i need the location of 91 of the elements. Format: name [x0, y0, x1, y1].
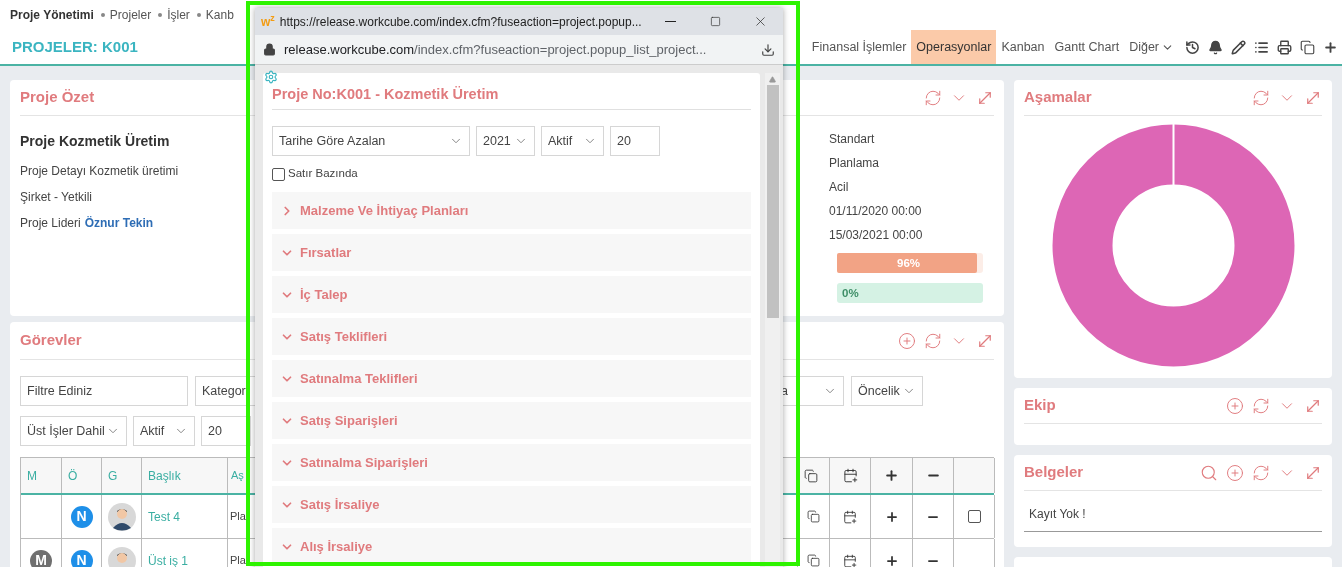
- avatar: N: [70, 505, 93, 528]
- project-value: Planlama: [829, 155, 881, 172]
- project-value: Standart: [829, 131, 876, 148]
- project-name: Proje Kozmetik Üretim: [20, 132, 171, 151]
- print-icon[interactable]: [1277, 39, 1292, 55]
- nav-tab[interactable]: Operasyonlar: [911, 30, 997, 64]
- column-header: M: [27, 467, 37, 485]
- copy-icon[interactable]: [807, 510, 820, 523]
- popup-heading: Proje No:K001 - Kozmetik Üretim: [272, 85, 499, 105]
- url-host: release.workcube.com: [284, 41, 415, 57]
- maximize-icon: [710, 16, 721, 27]
- nav-tab[interactable]: Kanban: [996, 30, 1050, 64]
- nav-tab[interactable]: Gantt Chart: [1049, 30, 1125, 64]
- checkbox-label: Satır Bazında: [288, 166, 358, 182]
- calendar-add-icon[interactable]: [843, 553, 857, 567]
- nav-tab[interactable]: Diğer: [1124, 30, 1179, 64]
- breadcrumb-title: Proje Yönetimi: [10, 7, 94, 24]
- project-value: Acil: [829, 179, 850, 196]
- table-cell-text: Pla: [230, 509, 246, 525]
- select-field[interactable]: Tarihe Göre Azalan: [272, 126, 470, 156]
- pencil-icon[interactable]: [1231, 39, 1246, 55]
- add-icon[interactable]: [1323, 39, 1338, 55]
- empty-message: Kayıt Yok !: [1029, 507, 1086, 521]
- avatar: N: [70, 549, 93, 567]
- copy-icon[interactable]: [807, 554, 820, 567]
- breadcrumb-link[interactable]: Kanb: [205, 8, 234, 22]
- app-logo: w$^{z}$: [261, 15, 275, 28]
- column-header: Aş: [231, 468, 244, 484]
- list-icon[interactable]: [1254, 39, 1269, 55]
- column-header: G: [108, 467, 118, 485]
- column-header: Başlık: [148, 467, 181, 485]
- calendar-add-icon: [842, 468, 858, 483]
- lock-icon: [263, 43, 276, 56]
- add-icon[interactable]: [884, 509, 899, 524]
- progress-reading: 0%: [842, 286, 859, 301]
- avatar: M: [30, 549, 52, 567]
- card-title: Proje Özet: [20, 87, 95, 108]
- refresh-icon[interactable]: [1252, 88, 1270, 107]
- bullet-icon: [100, 13, 105, 17]
- breadcrumb-link[interactable]: Projeler: [109, 8, 152, 22]
- project-detail: Proje Detayı Kozmetik üretimi: [20, 163, 179, 180]
- add-icon: [884, 468, 899, 483]
- input-field[interactable]: 20: [201, 416, 251, 446]
- add-icon[interactable]: [884, 553, 899, 567]
- bell-icon[interactable]: [1208, 39, 1223, 55]
- person-avatar-icon: [107, 502, 136, 531]
- search-icon[interactable]: [1200, 463, 1218, 482]
- project-value: 15/03/2021 00:00: [829, 227, 924, 244]
- card-title: Görevler: [20, 330, 82, 351]
- address-bar[interactable]: release.workcube.com/index.cfm?fuseaction=project.popup_list_project...: [255, 35, 783, 65]
- person-avatar-icon: [107, 546, 136, 567]
- scrollbar[interactable]: [765, 73, 780, 567]
- bullet-icon: [196, 13, 201, 17]
- calendar-add-icon[interactable]: [843, 509, 857, 524]
- card-title: Aşamalar: [1024, 87, 1092, 108]
- project-value: 01/11/2020 00:00: [829, 203, 923, 220]
- leader-label: Proje Lideri: [20, 215, 81, 232]
- select-field[interactable]: 2021: [476, 126, 535, 156]
- refresh-icon[interactable]: [1252, 463, 1270, 482]
- scroll-up-icon[interactable]: [769, 76, 776, 83]
- select-field[interactable]: Aktif: [133, 416, 195, 446]
- company-text: Şirket - Yetkili: [20, 189, 94, 206]
- download-icon[interactable]: [761, 42, 775, 57]
- row-checkbox[interactable]: [967, 510, 981, 523]
- refresh-icon[interactable]: [924, 331, 942, 350]
- url-path: /index.cfm?fuseaction=project.popup_list_project...: [414, 41, 707, 57]
- input-field[interactable]: Filtre Ediniz: [20, 376, 188, 406]
- refresh-icon[interactable]: [1252, 396, 1270, 415]
- input-field[interactable]: 20: [610, 126, 660, 156]
- window-title: https://release.workcube.com/index.cfm?fuseaction=project.popup...: [279, 13, 642, 31]
- card-title: Belgeler: [1024, 462, 1084, 483]
- bullet-icon: [158, 13, 163, 17]
- breadcrumb-link[interactable]: İşler: [167, 8, 190, 22]
- select-field[interactable]: Öncelik: [851, 376, 923, 406]
- close-icon: [753, 14, 768, 29]
- settings-icon[interactable]: [264, 70, 278, 84]
- card-title: Ekip: [1024, 395, 1056, 416]
- row-based-checkbox[interactable]: [272, 167, 285, 181]
- column-header: Ö: [68, 467, 78, 485]
- page-title: PROJELER: K001: [12, 36, 138, 57]
- history-icon[interactable]: [1185, 39, 1200, 55]
- nav-tab[interactable]: Finansal İşlemler: [806, 30, 912, 64]
- copy-icon[interactable]: [1300, 39, 1315, 55]
- minimize-icon: [665, 21, 676, 22]
- refresh-icon[interactable]: [924, 88, 942, 107]
- select-field[interactable]: Üst İşler Dahil: [20, 416, 127, 446]
- copy-icon: [804, 468, 818, 483]
- progress-reading: 96%: [897, 256, 921, 271]
- select-field[interactable]: Aktif: [541, 126, 604, 156]
- table-cell-text: Pla: [230, 553, 246, 567]
- leader-link[interactable]: Öznur Tekin: [84, 214, 154, 232]
